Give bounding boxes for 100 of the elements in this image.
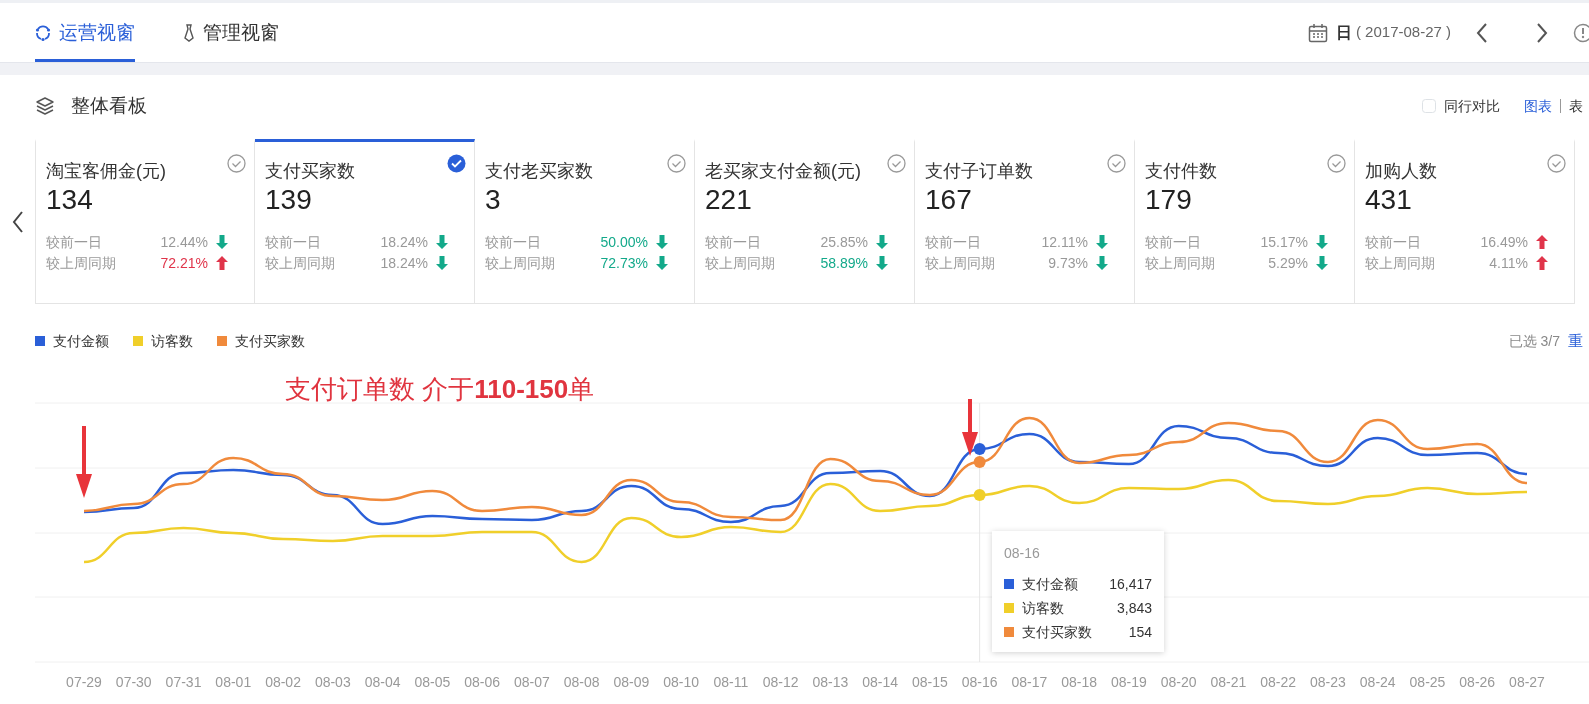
check-circle-icon[interactable] bbox=[667, 154, 686, 173]
axis-label: 07-30 bbox=[115, 674, 152, 690]
axis-label: 08-17 bbox=[1011, 674, 1048, 690]
view-tab[interactable]: 管理视窗 bbox=[183, 4, 279, 62]
compare-value: 25.85% bbox=[820, 232, 868, 252]
layers-icon bbox=[35, 96, 55, 116]
axis-label: 08-18 bbox=[1061, 674, 1098, 690]
compare-label: 较上周同期 bbox=[46, 253, 116, 273]
compare-value: 18.24% bbox=[380, 232, 428, 252]
period-label: 日 bbox=[1335, 22, 1352, 43]
compare-value: 15.17% bbox=[1260, 232, 1308, 252]
view-link[interactable]: 表 bbox=[1569, 95, 1583, 117]
compare-label: 较前一日 bbox=[705, 232, 761, 252]
metric-title: 老买家支付金额(元) bbox=[705, 160, 861, 183]
axis-label: 08-22 bbox=[1260, 674, 1297, 690]
tooltip-value: 3,843 bbox=[1116, 599, 1152, 618]
checked-icon[interactable] bbox=[447, 154, 466, 173]
tie-icon[interactable] bbox=[183, 22, 195, 43]
compare-label: 较前一日 bbox=[46, 232, 102, 252]
check-circle-icon[interactable] bbox=[227, 154, 246, 173]
annotation-text: 支付订单数 介于110-150单 bbox=[285, 373, 595, 406]
axis-label: 08-27 bbox=[1509, 674, 1545, 690]
axis-label: 08-05 bbox=[414, 674, 451, 690]
metric-card[interactable]: 支付买家数 139 较前一日 18.24% 较上周同期 18.24% bbox=[255, 139, 475, 304]
compare-label: 较前一日 bbox=[1145, 232, 1201, 252]
checkbox-label[interactable]: 同行对比 bbox=[1444, 95, 1500, 117]
compare-label: 较前一日 bbox=[1365, 232, 1421, 252]
tooltip-value: 154 bbox=[1128, 623, 1152, 642]
panel-title: 整体看板 bbox=[71, 93, 147, 118]
annotation-arrow bbox=[76, 426, 92, 498]
metric-value: 431 bbox=[1365, 185, 1413, 216]
metric-title: 支付买家数 bbox=[265, 160, 355, 183]
reset-link[interactable]: 重 bbox=[1568, 329, 1583, 353]
metric-value: 179 bbox=[1145, 185, 1193, 216]
compare-label: 较上周同期 bbox=[705, 253, 775, 273]
axis-label: 08-23 bbox=[1310, 674, 1346, 690]
metric-value: 221 bbox=[705, 185, 753, 216]
axis-label: 08-08 bbox=[563, 674, 600, 690]
tooltip-value: 16,417 bbox=[1109, 575, 1152, 594]
metric-card[interactable]: 支付件数 179 较前一日 15.17% 较上周同期 5.29% bbox=[1135, 139, 1355, 304]
check-circle-icon[interactable] bbox=[1327, 154, 1346, 173]
metric-title: 支付老买家数 bbox=[485, 160, 593, 183]
axis-label: 08-01 bbox=[215, 674, 252, 690]
check-circle-icon[interactable] bbox=[887, 154, 906, 173]
compare-value: 72.21% bbox=[160, 253, 208, 273]
check-circle-icon[interactable] bbox=[1547, 154, 1566, 173]
ring-icon[interactable] bbox=[35, 23, 51, 42]
axis-label: 07-31 bbox=[165, 674, 202, 690]
axis-label: 08-19 bbox=[1111, 674, 1147, 690]
peer-compare-checkbox[interactable] bbox=[1422, 99, 1436, 113]
axis-label: 08-03 bbox=[314, 674, 351, 690]
compare-label: 较上周同期 bbox=[485, 253, 555, 273]
compare-value: 4.11% bbox=[1489, 253, 1528, 273]
axis-label: 08-13 bbox=[812, 674, 849, 690]
axis-label: 08-15 bbox=[912, 674, 948, 690]
calendar-icon[interactable] bbox=[1307, 22, 1328, 43]
metric-title: 加购人数 bbox=[1365, 160, 1437, 183]
compare-value: 18.24% bbox=[380, 253, 428, 273]
axis-label: 08-11 bbox=[713, 674, 749, 690]
tooltip-series-name: 支付买家数 bbox=[1022, 623, 1092, 642]
metric-value: 3 bbox=[485, 185, 502, 216]
compare-value: 9.73% bbox=[1048, 253, 1088, 273]
data-point bbox=[973, 456, 986, 468]
data-point bbox=[973, 489, 986, 501]
compare-label: 较上周同期 bbox=[925, 253, 995, 273]
metric-card[interactable]: 加购人数 431 较前一日 16.49% 较上周同期 4.11% bbox=[1355, 139, 1575, 304]
axis-label: 08-26 bbox=[1459, 674, 1496, 690]
axis-label: 08-21 bbox=[1210, 674, 1247, 690]
legend-item[interactable]: 支付买家数 bbox=[217, 330, 305, 352]
metric-card[interactable]: 老买家支付金额(元) 221 较前一日 25.85% 较上周同期 58.89% bbox=[695, 139, 915, 304]
info-icon[interactable] bbox=[1573, 22, 1589, 43]
compare-value: 58.89% bbox=[820, 253, 868, 273]
compare-value: 12.11% bbox=[1041, 232, 1088, 252]
legend-item[interactable]: 支付金额 bbox=[35, 330, 109, 352]
axis-label: 08-14 bbox=[862, 674, 899, 690]
legend-item[interactable]: 访客数 bbox=[133, 330, 193, 352]
compare-label: 较前一日 bbox=[485, 232, 541, 252]
axis-label: 08-09 bbox=[613, 674, 650, 690]
selection-count: 已选 3/7 bbox=[1508, 331, 1560, 351]
view-link[interactable]: 图表 bbox=[1524, 95, 1552, 117]
axis-label: 08-06 bbox=[464, 674, 500, 690]
axis-label: 08-07 bbox=[513, 674, 550, 690]
chevron-left-icon[interactable] bbox=[10, 209, 25, 234]
check-circle-icon[interactable] bbox=[1107, 154, 1126, 173]
metric-title: 支付件数 bbox=[1145, 160, 1217, 183]
metric-card[interactable]: 淘宝客佣金(元) 134 较前一日 12.44% 较上周同期 72.21% bbox=[35, 139, 255, 304]
date-text: ( 2017-08-27 ) bbox=[1355, 22, 1451, 43]
axis-label: 08-20 bbox=[1160, 674, 1197, 690]
tooltip-series-name: 访客数 bbox=[1022, 599, 1064, 618]
metric-card[interactable]: 支付子订单数 167 较前一日 12.11% 较上周同期 9.73% bbox=[915, 139, 1135, 304]
axis-label: 07-29 bbox=[66, 674, 102, 690]
axis-label: 08-12 bbox=[762, 674, 799, 690]
axis-label: 08-25 bbox=[1409, 674, 1446, 690]
metric-card[interactable]: 支付老买家数 3 较前一日 50.00% 较上周同期 72.73% bbox=[475, 139, 695, 304]
metric-value: 139 bbox=[265, 185, 313, 216]
compare-label: 较上周同期 bbox=[265, 253, 335, 273]
compare-value: 16.49% bbox=[1480, 232, 1528, 252]
metric-title: 淘宝客佣金(元) bbox=[46, 160, 166, 183]
compare-label: 较上周同期 bbox=[1365, 253, 1435, 273]
axis-label: 08-04 bbox=[364, 674, 401, 690]
